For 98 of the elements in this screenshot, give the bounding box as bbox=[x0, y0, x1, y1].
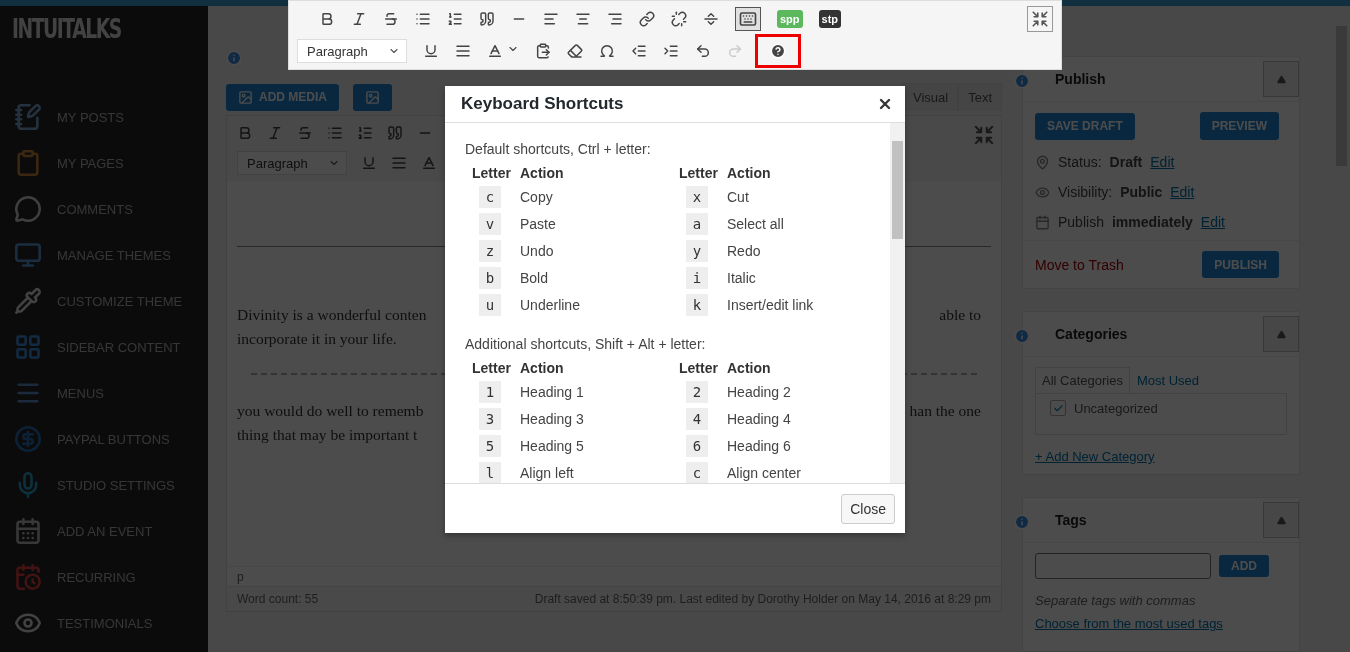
format-select[interactable]: Paragraph bbox=[297, 39, 407, 63]
meta-label: Visibility: bbox=[1058, 184, 1113, 200]
column-header: Letter bbox=[679, 360, 719, 376]
bold-icon[interactable] bbox=[319, 11, 335, 27]
help-button[interactable] bbox=[755, 34, 801, 68]
dialog-title: Keyboard Shortcuts bbox=[461, 94, 624, 114]
shortcut-action: Italic bbox=[727, 270, 757, 286]
align-left-icon[interactable] bbox=[543, 11, 559, 27]
paragraph-text: incorporate it in your life. bbox=[237, 329, 398, 349]
trash-link[interactable]: Move to Trash bbox=[1035, 256, 1124, 273]
shortcut-action: Heading 6 bbox=[727, 438, 792, 454]
plugin-button[interactable]: stp bbox=[818, 10, 842, 28]
unlink-icon[interactable] bbox=[671, 11, 687, 27]
shortcut-action: Redo bbox=[727, 243, 762, 259]
meta-label: Status: bbox=[1058, 154, 1102, 170]
edit-link[interactable]: Edit bbox=[1200, 214, 1225, 230]
shortcut-key: v bbox=[479, 213, 501, 235]
shortcut-key: 6 bbox=[686, 435, 708, 457]
shortcut-key: c bbox=[479, 186, 501, 208]
paragraph-text: able to bbox=[939, 305, 982, 325]
column-header: Action bbox=[520, 165, 565, 181]
shortcut-key: 2 bbox=[686, 381, 708, 403]
undo-icon[interactable] bbox=[695, 43, 711, 59]
quote-icon[interactable] bbox=[479, 11, 495, 27]
shortcut-action: Heading 5 bbox=[520, 438, 585, 454]
plugin-button[interactable]: spp bbox=[777, 10, 803, 28]
edit-link[interactable]: Edit bbox=[1150, 154, 1175, 170]
keyboard-icon bbox=[739, 10, 757, 28]
shortcut-action: Insert/edit link bbox=[727, 297, 815, 313]
paragraph-text: you would do well to rememb bbox=[237, 401, 425, 421]
fullscreen-button[interactable] bbox=[1027, 6, 1053, 32]
omega-icon[interactable] bbox=[599, 43, 615, 59]
column-header: Action bbox=[520, 360, 565, 376]
shortcut-action: Cut bbox=[727, 189, 750, 205]
column-header: Letter bbox=[472, 165, 512, 181]
scrollbar[interactable] bbox=[890, 123, 905, 483]
bullet-list-icon[interactable] bbox=[415, 11, 431, 27]
shortcut-action: Underline bbox=[520, 297, 581, 313]
shortcut-key: z bbox=[479, 240, 501, 262]
shortcut-key: x bbox=[686, 186, 708, 208]
shortcut-key: i bbox=[686, 267, 708, 289]
underline-icon[interactable] bbox=[423, 43, 439, 59]
shortcut-action: Copy bbox=[520, 189, 554, 205]
shortcut-action: Select all bbox=[727, 216, 785, 232]
toolbar-toggle-button[interactable] bbox=[735, 7, 761, 31]
shortcut-action: Align left bbox=[520, 465, 575, 481]
shortcut-action: Heading 1 bbox=[520, 384, 585, 400]
meta-value: Public bbox=[1120, 184, 1163, 200]
panel-title: Publish bbox=[1055, 71, 1106, 87]
shortcut-key: 1 bbox=[479, 381, 501, 403]
help-icon bbox=[770, 43, 786, 59]
close-button[interactable]: Close bbox=[841, 493, 895, 524]
shortcut-action: Undo bbox=[520, 243, 555, 259]
edit-link[interactable]: Edit bbox=[1170, 184, 1195, 200]
meta-value: immediately bbox=[1111, 214, 1193, 230]
numbered-list-icon[interactable] bbox=[447, 11, 463, 27]
fullscreen-icon bbox=[1031, 10, 1049, 28]
shortcut-action: Heading 2 bbox=[727, 384, 792, 400]
strikethrough-icon[interactable] bbox=[383, 11, 399, 27]
shortcut-key: 3 bbox=[479, 408, 501, 430]
align-right-icon[interactable] bbox=[607, 11, 623, 27]
shortcut-key: k bbox=[686, 294, 708, 316]
column-header: Letter bbox=[679, 165, 719, 181]
outdent-icon[interactable] bbox=[631, 43, 647, 59]
indent-icon[interactable] bbox=[663, 43, 679, 59]
shortcut-key: b bbox=[479, 267, 501, 289]
panel-title: Categories bbox=[1055, 326, 1128, 342]
shortcut-action: Heading 3 bbox=[520, 411, 585, 427]
link-icon[interactable] bbox=[639, 11, 655, 27]
column-header: Action bbox=[727, 360, 772, 376]
section-heading: Additional shortcuts, Shift + Alt + letter: bbox=[465, 336, 707, 352]
section-heading: Default shortcuts, Ctrl + letter: bbox=[465, 141, 652, 157]
shortcut-key: 5 bbox=[479, 435, 501, 457]
eraser-icon[interactable] bbox=[567, 43, 583, 59]
read-more-icon[interactable] bbox=[703, 11, 719, 27]
shortcut-action: Align center bbox=[727, 465, 802, 481]
paragraph-text: thing that may be important t bbox=[237, 425, 419, 445]
shortcut-key: l bbox=[479, 462, 501, 483]
text-color-icon[interactable] bbox=[487, 43, 503, 59]
column-header: Letter bbox=[472, 360, 512, 376]
italic-icon[interactable] bbox=[351, 11, 367, 27]
meta-value: Draft bbox=[1109, 154, 1143, 170]
shortcut-action: Paste bbox=[520, 216, 557, 232]
paste-text-icon[interactable] bbox=[535, 43, 551, 59]
shortcut-key: 4 bbox=[686, 408, 708, 430]
shortcut-key: u bbox=[479, 294, 501, 316]
shortcut-action: Bold bbox=[520, 270, 550, 286]
close-icon[interactable] bbox=[877, 96, 893, 112]
shortcut-key: a bbox=[686, 213, 708, 235]
shortcut-action: Heading 4 bbox=[727, 411, 792, 427]
column-header: Action bbox=[727, 165, 772, 181]
shortcut-key: c bbox=[686, 462, 708, 483]
meta-label: Publish bbox=[1058, 214, 1104, 230]
justify-icon[interactable] bbox=[455, 43, 471, 59]
paragraph-text: han the one bbox=[909, 401, 982, 421]
align-center-icon[interactable] bbox=[575, 11, 591, 27]
panel-title: Tags bbox=[1055, 512, 1087, 528]
shortcut-key: y bbox=[686, 240, 708, 262]
